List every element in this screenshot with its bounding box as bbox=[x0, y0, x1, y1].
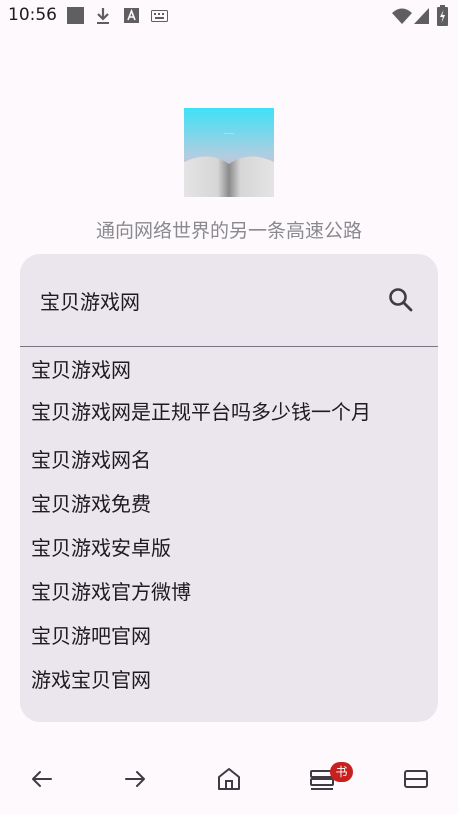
back-icon[interactable] bbox=[27, 764, 57, 794]
search-icon[interactable] bbox=[388, 287, 414, 313]
suggestion-item[interactable]: 宝贝游戏官方微博 bbox=[20, 569, 438, 613]
square-icon bbox=[67, 7, 84, 24]
suggestion-item[interactable]: 宝贝游戏安卓版 bbox=[20, 525, 438, 569]
status-time: 10:56 bbox=[8, 5, 57, 25]
bottom-nav bbox=[0, 752, 458, 806]
battery-charging-icon bbox=[437, 5, 448, 26]
suggestion-item[interactable]: 宝贝游戏网名 bbox=[20, 431, 438, 481]
forward-icon[interactable] bbox=[120, 764, 150, 794]
suggestion-item[interactable]: 宝贝游戏网是正规平台吗多少钱一个月 bbox=[20, 395, 438, 431]
suggestion-item[interactable]: 宝贝游吧官网 bbox=[20, 613, 438, 657]
app-logo: ...... bbox=[184, 108, 274, 197]
home-icon[interactable] bbox=[214, 764, 244, 794]
bookmarks-badge: 书 bbox=[330, 762, 353, 782]
suggestion-item[interactable]: 宝贝游戏免费 bbox=[20, 481, 438, 525]
download-icon bbox=[97, 8, 109, 24]
suggestion-item[interactable]: 游戏宝贝官网 bbox=[20, 657, 438, 701]
tabs-icon[interactable] bbox=[401, 764, 431, 794]
wifi-icon bbox=[392, 8, 412, 24]
search-input[interactable] bbox=[40, 282, 380, 318]
suggestion-item[interactable]: 宝贝游戏网 bbox=[20, 347, 438, 395]
search-row bbox=[20, 254, 438, 347]
search-card: 宝贝游戏网 宝贝游戏网是正规平台吗多少钱一个月 宝贝游戏网名 宝贝游戏免费 宝贝… bbox=[20, 254, 438, 722]
tagline: 通向网络世界的另一条高速公路 bbox=[95, 220, 362, 242]
signal-icon bbox=[414, 8, 429, 24]
status-bar: 10:56 bbox=[0, 0, 458, 32]
svg-text:......: ...... bbox=[223, 129, 235, 136]
suggestion-list: 宝贝游戏网 宝贝游戏网是正规平台吗多少钱一个月 宝贝游戏网名 宝贝游戏免费 宝贝… bbox=[20, 347, 438, 701]
font-a-icon bbox=[124, 8, 139, 23]
keyboard-icon bbox=[151, 10, 168, 22]
